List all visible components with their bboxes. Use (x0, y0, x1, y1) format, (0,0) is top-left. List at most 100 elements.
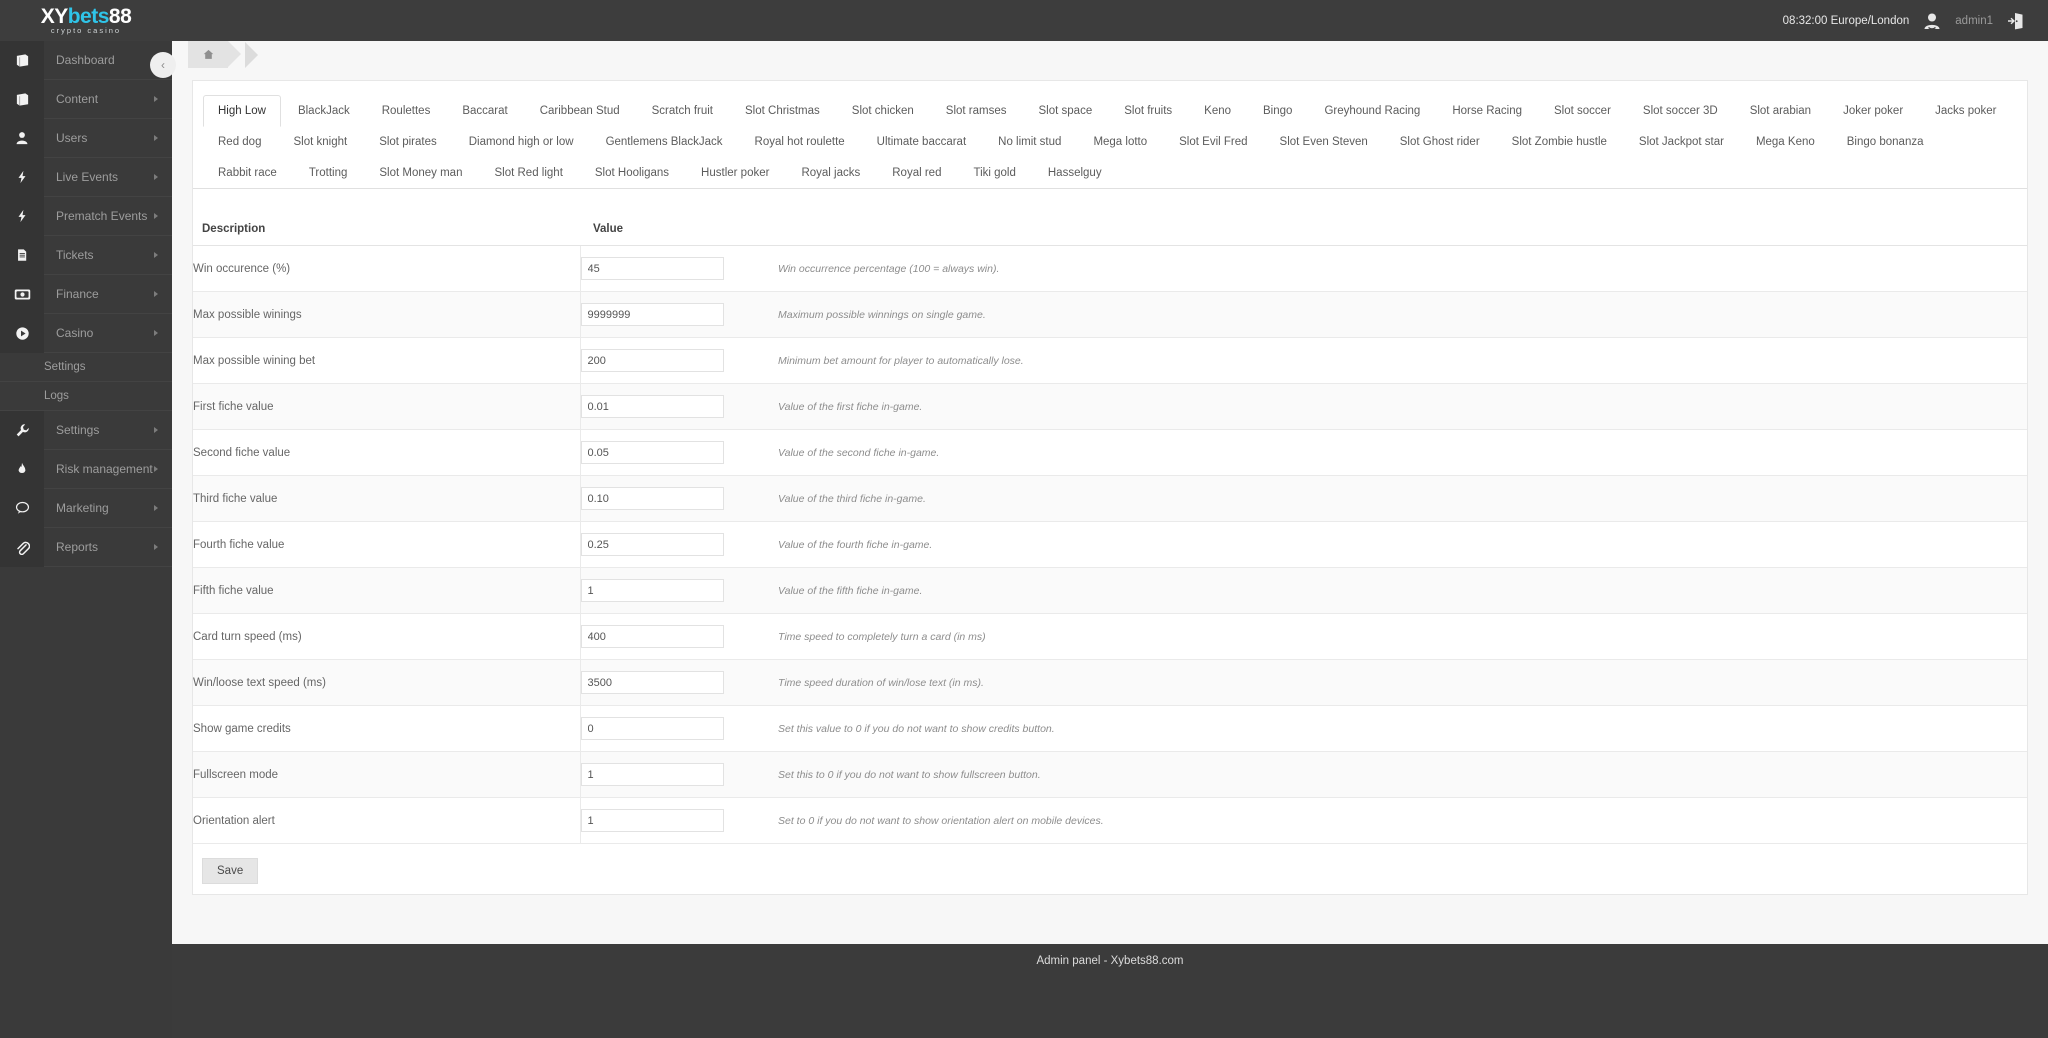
card-turn-speed-input[interactable] (580, 625, 724, 648)
row-description: Second fiche value (193, 429, 581, 476)
save-button[interactable]: Save (202, 858, 259, 884)
sidebar-item-prematch-events[interactable]: Prematch Events (0, 196, 172, 236)
tab-tiki-gold[interactable]: Tiki gold (958, 157, 1030, 189)
row-help: Value of the third fiche in-game. (778, 475, 2027, 522)
logout-icon[interactable] (2006, 11, 2026, 31)
tab-slot-soccer[interactable]: Slot soccer (1539, 95, 1626, 127)
sidebar-collapse-button[interactable]: ‹ (150, 52, 176, 78)
sidebar-item-users[interactable]: Users (0, 118, 172, 158)
tab-ultimate-baccarat[interactable]: Ultimate baccarat (862, 126, 981, 158)
win-occurence-input[interactable] (580, 257, 724, 280)
tab-slot-arabian[interactable]: Slot arabian (1735, 95, 1826, 127)
tab-no-limit-stud[interactable]: No limit stud (983, 126, 1076, 158)
tab-slot-jackpot-star[interactable]: Slot Jackpot star (1624, 126, 1739, 158)
tab-royal-jacks[interactable]: Royal jacks (786, 157, 875, 189)
sidebar-item-tickets[interactable]: Tickets (0, 235, 172, 275)
brand-logo[interactable]: XYbets88 crypto casino (0, 0, 172, 41)
top-bar: XYbets88 crypto casino 08:32:00 Europe/L… (0, 0, 2048, 41)
chevron-left-icon: ‹ (161, 58, 165, 72)
home-icon (203, 49, 214, 60)
tab-gentlemens-blackjack[interactable]: Gentlemens BlackJack (591, 126, 738, 158)
fourth-fiche-value-input[interactable] (580, 533, 724, 556)
sidebar-item-risk-management[interactable]: Risk management (0, 449, 172, 489)
tab-keno[interactable]: Keno (1189, 95, 1246, 127)
tab-roulettes[interactable]: Roulettes (367, 95, 446, 127)
tab-slot-even-steven[interactable]: Slot Even Steven (1265, 126, 1383, 158)
tab-slot-soccer-3d[interactable]: Slot soccer 3D (1628, 95, 1733, 127)
tab-slot-money-man[interactable]: Slot Money man (364, 157, 477, 189)
tab-slot-hooligans[interactable]: Slot Hooligans (580, 157, 684, 189)
tab-hustler-poker[interactable]: Hustler poker (686, 157, 784, 189)
sidebar-item-casino[interactable]: Casino (0, 313, 172, 353)
win-loose-text-speed-input[interactable] (580, 671, 724, 694)
tab-mega-lotto[interactable]: Mega lotto (1078, 126, 1162, 158)
tab-mega-keno[interactable]: Mega Keno (1741, 126, 1830, 158)
tab-slot-evil-fred[interactable]: Slot Evil Fred (1164, 126, 1262, 158)
sidebar-subitem-casino-logs[interactable]: Logs (0, 382, 172, 411)
row-description: Orientation alert (193, 797, 581, 844)
fifth-fiche-value-input[interactable] (580, 579, 724, 602)
sidebar-item-label: Content (56, 92, 99, 106)
tab-slot-knight[interactable]: Slot knight (278, 126, 362, 158)
tab-slot-ramses[interactable]: Slot ramses (931, 95, 1022, 127)
tab-slot-zombie-hustle[interactable]: Slot Zombie hustle (1497, 126, 1622, 158)
third-fiche-value-input[interactable] (580, 487, 724, 510)
flame-icon (0, 449, 44, 489)
sidebar-item-marketing[interactable]: Marketing (0, 488, 172, 528)
settings-table-head: Description Value (193, 213, 2027, 246)
sidebar-item-finance[interactable]: Finance (0, 274, 172, 314)
breadcrumb-home[interactable] (188, 41, 241, 68)
tab-slot-fruits[interactable]: Slot fruits (1109, 95, 1187, 127)
tab-trotting[interactable]: Trotting (294, 157, 363, 189)
sidebar-subitem-casino-settings[interactable]: Settings (0, 353, 172, 382)
second-fiche-value-input[interactable] (580, 441, 724, 464)
breadcrumb (172, 41, 2048, 68)
tab-slot-chicken[interactable]: Slot chicken (837, 95, 929, 127)
tab-joker-poker[interactable]: Joker poker (1828, 95, 1918, 127)
fullscreen-mode-input[interactable] (580, 763, 724, 786)
tab-bingo-bonanza[interactable]: Bingo bonanza (1832, 126, 1939, 158)
tab-slot-red-light[interactable]: Slot Red light (479, 157, 577, 189)
row-description: Third fiche value (193, 475, 581, 522)
tab-royal-red[interactable]: Royal red (877, 157, 956, 189)
brand-logo-bets: bets (67, 4, 110, 28)
tab-slot-space[interactable]: Slot space (1024, 95, 1108, 127)
column-header-description: Description (193, 213, 580, 246)
row-help: Time speed to completely turn a card (in… (778, 613, 2027, 660)
tab-red-dog[interactable]: Red dog (203, 126, 276, 158)
tab-hasselguy[interactable]: Hasselguy (1033, 157, 1117, 189)
tab-scratch-fruit[interactable]: Scratch fruit (637, 95, 728, 127)
row-help: Minimum bet amount for player to automat… (778, 337, 2027, 384)
tab-caribbean-stud[interactable]: Caribbean Stud (525, 95, 635, 127)
tab-slot-christmas[interactable]: Slot Christmas (730, 95, 835, 127)
tab-slot-ghost-rider[interactable]: Slot Ghost rider (1385, 126, 1495, 158)
money-icon (0, 274, 44, 314)
tab-bingo[interactable]: Bingo (1248, 95, 1307, 127)
sidebar-item-dashboard[interactable]: Dashboard (0, 40, 172, 80)
sidebar-item-reports[interactable]: Reports (0, 527, 172, 567)
table-row: Fourth fiche value Value of the fourth f… (193, 521, 2027, 568)
first-fiche-value-input[interactable] (580, 395, 724, 418)
username-label[interactable]: admin1 (1955, 15, 1993, 27)
max-possible-wining-bet-input[interactable] (580, 349, 724, 372)
brand-logo-xy: XY (40, 4, 69, 28)
row-value-cell (580, 383, 778, 430)
tab-greyhound-racing[interactable]: Greyhound Racing (1309, 95, 1435, 127)
tab-high-low[interactable]: High Low (203, 95, 281, 127)
tab-jacks-poker[interactable]: Jacks poker (1920, 95, 2011, 127)
row-help: Value of the first fiche in-game. (778, 383, 2027, 430)
tab-rabbit-race[interactable]: Rabbit race (203, 157, 292, 189)
tab-royal-hot-roulette[interactable]: Royal hot roulette (740, 126, 860, 158)
sidebar-item-settings[interactable]: Settings (0, 410, 172, 450)
tab-slot-pirates[interactable]: Slot pirates (364, 126, 452, 158)
tab-blackjack[interactable]: BlackJack (283, 95, 365, 127)
show-game-credits-input[interactable] (580, 717, 724, 740)
sidebar-item-live-events[interactable]: Live Events (0, 157, 172, 197)
tab-diamond-high-or-low[interactable]: Diamond high or low (454, 126, 589, 158)
tab-baccarat[interactable]: Baccarat (447, 95, 522, 127)
tab-horse-racing[interactable]: Horse Racing (1437, 95, 1537, 127)
max-possible-winings-input[interactable] (580, 303, 724, 326)
orientation-alert-input[interactable] (580, 809, 724, 832)
sidebar-item-content[interactable]: Content (0, 79, 172, 119)
row-description: Card turn speed (ms) (193, 613, 581, 660)
